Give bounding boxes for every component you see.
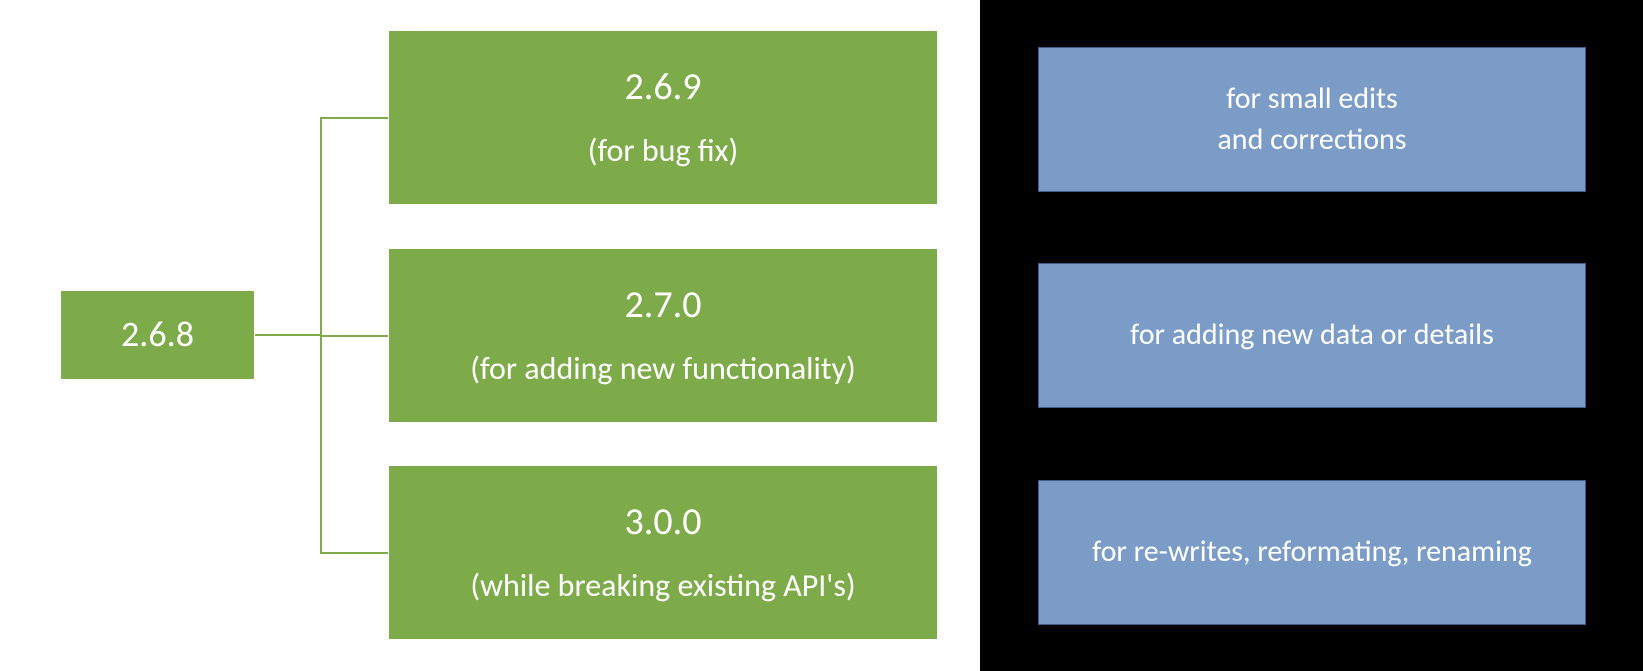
version-root-box: 2.6.8 xyxy=(60,290,255,380)
version-minor-label: 2.7.0 xyxy=(625,283,702,329)
note-minor-text: for adding new data or details xyxy=(1130,315,1494,356)
note-major-box: for re-writes, reformating, renaming xyxy=(1038,480,1586,625)
right-panel: for small editsand corrections for addin… xyxy=(980,0,1643,671)
connector-line xyxy=(322,117,388,119)
version-major-box: 3.0.0 (while breaking existing API's) xyxy=(388,465,938,640)
connector-line xyxy=(322,335,388,337)
note-major-text: for re-writes, reformating, renaming xyxy=(1092,532,1532,573)
version-minor-desc: (for adding new functionality) xyxy=(470,350,856,388)
diagram-canvas: 2.6.8 2.6.9 (for bug fix) 2.7.0 (for add… xyxy=(0,0,1643,671)
version-patch-desc: (for bug fix) xyxy=(588,132,738,170)
version-major-desc: (while breaking existing API's) xyxy=(470,567,855,605)
left-panel: 2.6.8 2.6.9 (for bug fix) 2.7.0 (for add… xyxy=(0,0,980,671)
connector-line xyxy=(322,552,388,554)
connector-line xyxy=(255,334,322,336)
version-patch-box: 2.6.9 (for bug fix) xyxy=(388,30,938,205)
note-minor-box: for adding new data or details xyxy=(1038,263,1586,408)
note-patch-text: for small editsand corrections xyxy=(1217,79,1406,160)
note-patch-box: for small editsand corrections xyxy=(1038,47,1586,192)
version-minor-box: 2.7.0 (for adding new functionality) xyxy=(388,248,938,423)
version-major-label: 3.0.0 xyxy=(625,500,702,546)
version-root-label: 2.6.8 xyxy=(121,313,194,356)
version-patch-label: 2.6.9 xyxy=(625,65,702,111)
